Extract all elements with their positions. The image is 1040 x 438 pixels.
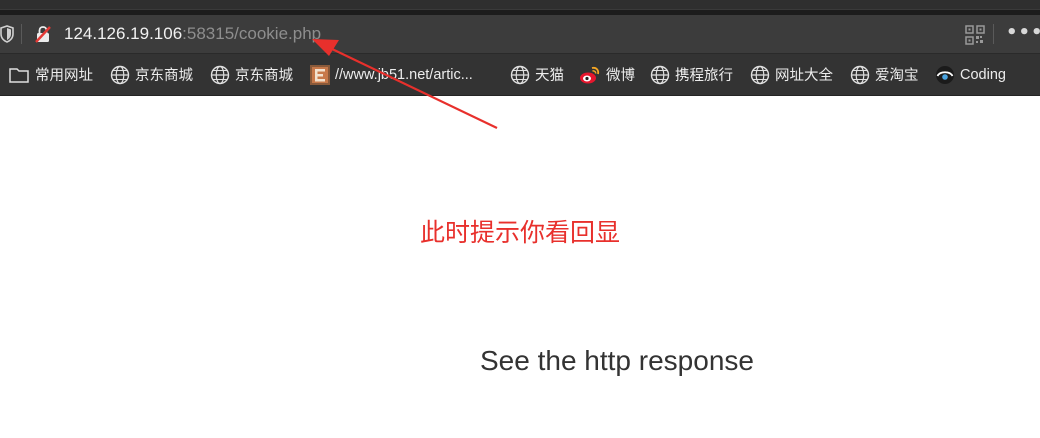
bookmark-label: 京东商城	[235, 68, 293, 84]
bookmark-ai-taobao[interactable]: 爱淘宝	[850, 54, 919, 95]
insecure-lock-icon[interactable]	[34, 25, 52, 43]
bookmark-label: 京东商城	[135, 68, 193, 84]
bookmark-label: 微博	[606, 68, 635, 84]
bookmark-label: 天猫	[535, 68, 564, 84]
bookmark-label: 携程旅行	[675, 68, 733, 84]
bookmark-ctrip[interactable]: 携程旅行	[650, 54, 733, 95]
bookmark-label: 爱淘宝	[875, 68, 919, 84]
address-divider	[21, 24, 22, 44]
shield-icon[interactable]	[0, 25, 14, 43]
bookmark-label: //www.jb51.net/artic...	[335, 66, 473, 83]
qr-code-icon[interactable]	[965, 25, 985, 45]
folder-icon	[9, 67, 29, 83]
globe-icon	[110, 65, 130, 84]
globe-icon	[210, 65, 230, 84]
globe-icon	[750, 65, 770, 84]
site-favicon-icon	[310, 64, 330, 85]
url-host: 124.126.19.106	[64, 24, 183, 43]
bookmark-coding[interactable]: Coding	[935, 54, 1006, 95]
url-text[interactable]: 124.126.19.106:58315/cookie.php	[64, 23, 321, 45]
weibo-icon	[580, 66, 600, 83]
globe-icon	[650, 65, 670, 84]
bookmark-jb51[interactable]: //www.jb51.net/artic...	[310, 54, 473, 95]
globe-icon	[850, 65, 870, 84]
bookmark-tmall[interactable]: 天猫	[510, 54, 564, 95]
bookmark-jd-2[interactable]: 京东商城	[210, 54, 293, 95]
url-path: :58315/cookie.php	[182, 24, 322, 43]
address-bar[interactable]: 124.126.19.106:58315/cookie.php •••	[0, 15, 1040, 54]
window-top-strip	[0, 0, 1040, 15]
bookmark-label: Coding	[960, 66, 1006, 83]
toolbar-divider	[993, 24, 994, 44]
globe-icon	[510, 65, 530, 84]
bookmark-folder-common[interactable]: 常用网址	[8, 54, 93, 95]
bookmark-site-nav[interactable]: 网址大全	[750, 54, 833, 95]
more-icon[interactable]: •••	[1006, 24, 1040, 42]
page-message: See the http response	[480, 345, 754, 376]
coding-icon	[936, 65, 954, 84]
bookmark-label: 网址大全	[775, 68, 833, 84]
bookmark-weibo[interactable]: 微博	[579, 54, 635, 95]
bookmark-label: 常用网址	[35, 68, 93, 84]
annotation-hint-text: 此时提示你看回显	[420, 218, 621, 247]
tab-strip	[0, 0, 1040, 10]
bookmark-jd-1[interactable]: 京东商城	[110, 54, 193, 95]
bookmarks-bar: 常用网址 京东商城 京东商城 //www.jb51.net/artic... 天…	[0, 54, 1040, 96]
